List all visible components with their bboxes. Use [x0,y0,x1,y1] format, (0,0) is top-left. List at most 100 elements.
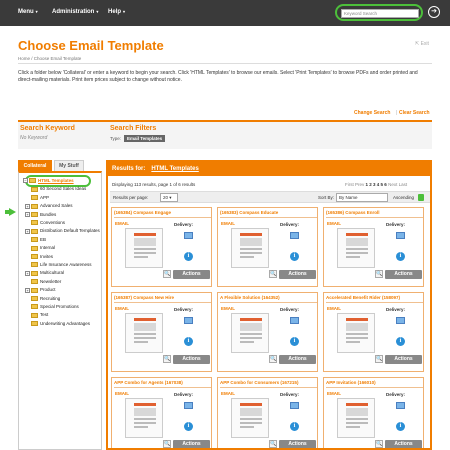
pager-next-last[interactable]: Next Last [388,182,407,187]
folder-icon [31,245,38,251]
expand-icon[interactable]: + [25,270,30,276]
tree-item[interactable]: Underwriting Advantages [25,320,90,328]
folder-icon [31,312,38,318]
template-thumbnail[interactable] [337,228,375,268]
actions-button[interactable]: Actions [173,355,210,364]
tree-item[interactable]: Special Promotions [25,303,79,311]
template-thumbnail[interactable] [337,398,375,438]
info-icon[interactable]: i [184,337,193,346]
folder-icon [31,304,38,310]
tree-item[interactable]: − HTML Templates [23,177,74,185]
card-title[interactable]: A Flexible Solution (164352) [220,295,317,303]
zoom-icon[interactable]: 🔍 [375,355,383,363]
expand-icon[interactable]: + [25,211,30,217]
info-icon[interactable]: i [396,252,405,261]
sort-by-select[interactable]: By Name [336,193,388,202]
tree-item[interactable]: Life Insurance Awareness [25,261,91,269]
keyword-search-input[interactable]: Keyword Search [341,9,419,18]
info-icon[interactable]: i [396,337,405,346]
template-thumbnail[interactable] [337,313,375,353]
zoom-icon[interactable]: 🔍 [163,355,171,363]
expand-icon[interactable]: + [25,228,30,234]
search-go-button[interactable]: ➔ [428,6,440,18]
actions-button[interactable]: Actions [385,355,422,364]
actions-button[interactable]: Actions [173,270,210,279]
actions-button[interactable]: Actions [385,270,422,279]
tree-item[interactable]: EB [25,236,46,244]
template-thumbnail[interactable] [231,398,269,438]
per-page-select[interactable]: 20 ▾ [160,193,178,202]
info-icon[interactable]: i [290,422,299,431]
card-title[interactable]: (165386) Compass Enroll [326,210,423,218]
actions-button[interactable]: Actions [279,355,316,364]
info-icon[interactable]: i [184,252,193,261]
change-search-link[interactable]: Change Search [354,110,390,116]
zoom-icon[interactable]: 🔍 [163,270,171,278]
template-thumbnail[interactable] [125,228,163,268]
zoom-icon[interactable]: 🔍 [163,440,171,448]
tree-item[interactable]: + Distribution Default Templates [25,227,100,235]
actions-button[interactable]: Actions [385,440,422,448]
help-dropdown[interactable]: Help ▾ [108,9,125,15]
tree-item-label: Distribution Default Templates [40,228,100,234]
tree-item[interactable]: 60 Second Sales Ideas [25,185,86,193]
info-icon[interactable]: i [290,252,299,261]
tree-item[interactable]: APP [25,194,49,202]
administration-dropdown[interactable]: Administration ▾ [52,9,98,15]
tree-item[interactable]: + Bundles [25,211,56,219]
actions-button[interactable]: Actions [173,440,210,448]
tree-item[interactable]: Newsletter [25,278,61,286]
exit-link[interactable]: ⇱ Exit [415,41,429,47]
computer-icon [184,402,193,409]
delivery-label: Delivery: [174,222,194,227]
search-keyword-value: No Keyword [20,135,48,141]
card-title[interactable]: (165383) Compass Educate [220,210,317,218]
tree-item[interactable]: Conventions [25,219,65,227]
tree-item[interactable]: Internal [25,244,55,252]
tree-item[interactable]: + Multicultural [25,269,64,277]
zoom-icon[interactable]: 🔍 [269,270,277,278]
info-icon[interactable]: i [290,337,299,346]
pager-pages[interactable]: 1 2 3 4 5 6 [366,182,387,187]
tab-my-stuff[interactable]: My Stuff [54,160,84,171]
zoom-icon[interactable]: 🔍 [269,355,277,363]
template-thumbnail[interactable] [231,313,269,353]
card-title[interactable]: Accelerated Benefit Rider (158097) [326,295,423,303]
expand-icon[interactable]: + [25,203,30,209]
results-folder-link[interactable]: HTML Templates [151,166,198,172]
sort-ascending-icon[interactable] [418,194,424,201]
template-thumbnail[interactable] [125,313,163,353]
template-thumbnail[interactable] [231,228,269,268]
zoom-icon[interactable]: 🔍 [375,270,383,278]
actions-button[interactable]: Actions [279,270,316,279]
menu-dropdown[interactable]: Menu ▾ [18,9,38,15]
card-title[interactable]: (165384) Compass Engage [114,210,211,218]
info-icon[interactable]: i [396,422,405,431]
tab-collateral[interactable]: Collateral [18,160,52,171]
card-title[interactable]: APP Combo for Agents (167038) [114,380,211,388]
computer-icon [290,317,299,324]
tree-item[interactable]: Recruiting [25,295,60,303]
expand-icon[interactable]: + [25,287,30,293]
tree-item[interactable]: + Advanced Sales [25,202,73,210]
zoom-icon[interactable]: 🔍 [269,440,277,448]
card-title[interactable]: (165387) Compass New Hire [114,295,211,303]
template-card: A Flexible Solution (164352) EMAIL 🔍 Delive… [217,292,318,372]
results-toolbar: Results per page: 20 ▾ Sort By: By Name … [110,191,430,203]
card-title[interactable]: APP Combo for Consumers (167215) [220,380,317,388]
card-title[interactable]: APP Invitation (166010) [326,380,423,388]
collapse-icon[interactable]: − [23,178,28,184]
delivery-label: Delivery: [174,392,194,397]
template-thumbnail[interactable] [125,398,163,438]
computer-icon [290,402,299,409]
menu-label: Menu [18,9,34,15]
pager-first-prev[interactable]: First Prev [345,182,364,187]
info-icon[interactable]: i [184,422,193,431]
tree-item[interactable]: Test [25,311,48,319]
tree-item-label: Newsletter [40,278,62,284]
tree-item[interactable]: Invites [25,253,53,261]
clear-search-link[interactable]: Clear Search [399,110,430,116]
tree-item[interactable]: + Product [25,286,56,294]
actions-button[interactable]: Actions [279,440,316,448]
zoom-icon[interactable]: 🔍 [375,440,383,448]
